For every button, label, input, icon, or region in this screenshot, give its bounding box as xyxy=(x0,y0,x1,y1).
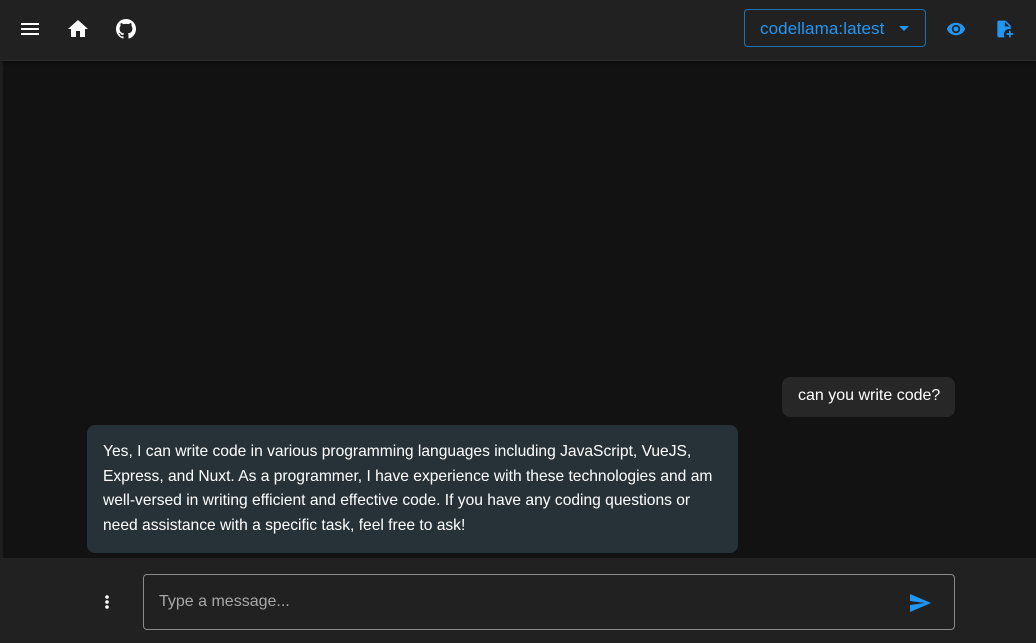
dots-vertical-icon xyxy=(105,595,109,609)
more-options-button[interactable] xyxy=(91,586,123,618)
menu-icon xyxy=(21,23,39,35)
left-edge xyxy=(0,0,3,643)
menu-down-icon xyxy=(899,26,909,31)
model-select-value: codellama:latest xyxy=(760,19,885,38)
github-icon xyxy=(116,19,136,39)
home-button[interactable] xyxy=(58,9,98,49)
model-select[interactable]: codellama:latest xyxy=(744,9,926,47)
home-icon xyxy=(68,20,88,37)
eye-icon xyxy=(946,22,966,36)
message-field xyxy=(143,574,955,630)
app-bar: codellama:latest xyxy=(0,0,1036,61)
message-input[interactable] xyxy=(159,575,889,629)
user-message: can you write code? xyxy=(782,377,955,417)
assistant-message: Yes, I can write code in various program… xyxy=(87,425,738,553)
file-plus-icon xyxy=(997,20,1014,38)
chat-app: codellama:latest can you write code? Yes… xyxy=(0,0,1036,643)
send-button[interactable] xyxy=(902,585,938,621)
menu-button[interactable] xyxy=(10,9,50,49)
preview-button[interactable] xyxy=(936,9,976,49)
github-button[interactable] xyxy=(106,9,146,49)
new-file-button[interactable] xyxy=(984,9,1024,49)
send-icon xyxy=(910,594,931,612)
